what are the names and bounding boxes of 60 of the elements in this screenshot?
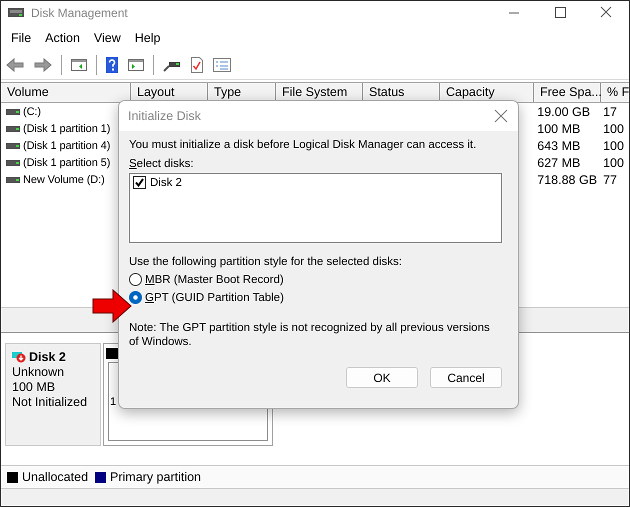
drive-icon xyxy=(6,142,20,150)
note-text: Note: The GPT partition style is not recognized by all previous versions of Windows. xyxy=(129,321,491,349)
table-cell-text: 718.88 GB xyxy=(536,172,598,186)
table-cell-text: 100 MB xyxy=(536,122,582,136)
dialog-message: You must initialize a disk before Logical Disk Manager can access it. xyxy=(129,139,478,151)
select-disks-label: Select disks: xyxy=(129,158,195,170)
drive-icon xyxy=(6,108,20,116)
action-pane-icon[interactable] xyxy=(127,57,145,73)
drive-icon xyxy=(6,176,20,184)
properties-list-icon[interactable] xyxy=(212,57,232,73)
dialog-button[interactable]: OK xyxy=(346,367,418,388)
legend-label: Primary partition xyxy=(110,470,202,484)
table-cell-text: 100 xyxy=(602,156,625,170)
radio-label[interactable]: GPT (GUID Partition Table) xyxy=(145,292,284,304)
disk-list[interactable]: Disk 2 xyxy=(129,173,502,243)
table-cell-text: 100 xyxy=(602,122,625,136)
table-cell-text: 19.00 GB xyxy=(536,104,592,118)
help-icon[interactable] xyxy=(105,56,119,74)
disk-type: Unknown xyxy=(12,365,66,379)
disk-name: Disk 2 xyxy=(29,350,66,364)
console-tree-icon[interactable] xyxy=(70,57,88,73)
close-icon[interactable] xyxy=(494,109,508,123)
arrow-icon xyxy=(92,289,132,323)
radio-button[interactable] xyxy=(129,291,142,304)
menu-item[interactable]: View xyxy=(86,31,128,45)
checkbox[interactable] xyxy=(133,176,146,189)
table-cell: (Disk 1 partition 1) xyxy=(23,122,110,134)
legend-label: Unallocated xyxy=(22,470,88,484)
window-title: Disk Management xyxy=(31,6,128,20)
disk-error-icon xyxy=(12,351,28,363)
disk-drive-icon xyxy=(7,6,25,20)
menu-item[interactable]: File xyxy=(4,31,38,45)
table-cell-text: 627 MB xyxy=(536,156,582,170)
forward-arrow-icon[interactable] xyxy=(33,56,53,74)
dialog-button[interactable]: Cancel xyxy=(430,367,502,388)
dialog-title: Initialize Disk xyxy=(128,109,201,123)
drive-icon xyxy=(6,158,20,166)
menu-item[interactable]: Action xyxy=(38,31,87,45)
table-cell: (C:) xyxy=(23,106,41,118)
table-cell-text: 17 xyxy=(602,104,618,118)
column-header[interactable]: % F xyxy=(601,83,629,102)
checklist-document-icon[interactable] xyxy=(190,56,204,74)
radio-label[interactable]: MBR (Master Boot Record) xyxy=(145,274,284,286)
disk-status: Not Initialized xyxy=(12,395,88,409)
table-cell: (Disk 1 partition 5) xyxy=(23,156,110,168)
disk-size: 100 MB xyxy=(12,380,56,394)
partition-text: 1 xyxy=(110,396,118,408)
back-arrow-icon[interactable] xyxy=(5,56,25,74)
partition-style-label: Use the following partition style for the selected disks: xyxy=(129,256,403,268)
radio-button[interactable] xyxy=(129,273,142,286)
menu-item[interactable]: Help xyxy=(128,31,168,45)
disk-info-panel[interactable]: Disk 2 Unknown 100 MB Not Initialized xyxy=(5,343,101,446)
table-cell-text: 100 xyxy=(602,138,625,152)
column-header[interactable]: Free Spa... xyxy=(534,83,601,102)
disk-option-label[interactable]: Disk 2 xyxy=(150,176,182,188)
table-cell: (Disk 1 partition 4) xyxy=(23,140,110,152)
table-cell-text: 643 MB xyxy=(536,138,582,152)
drive-icon xyxy=(6,124,20,132)
table-cell-text: 77 xyxy=(602,172,618,186)
table-cell: New Volume (D:) xyxy=(23,174,105,186)
